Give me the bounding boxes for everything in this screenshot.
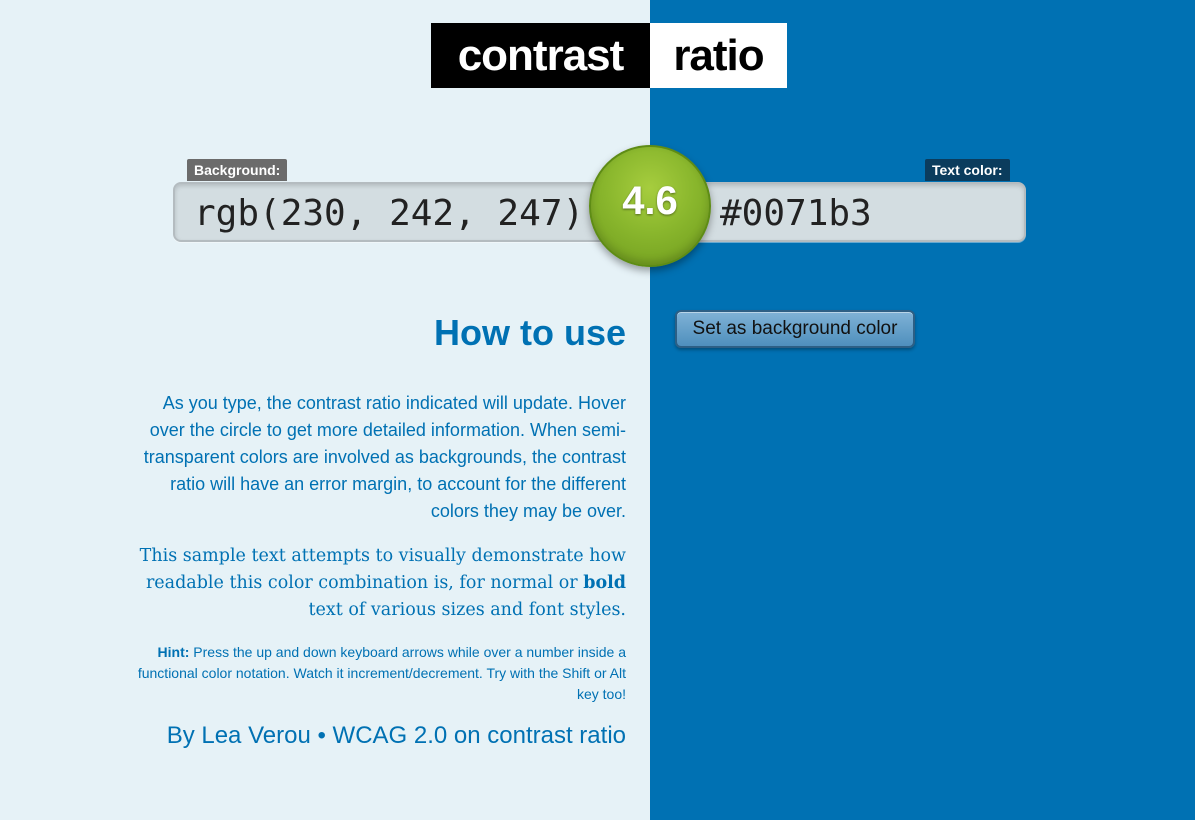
author-link[interactable]: By Lea Verou xyxy=(167,722,311,749)
byline: By Lea Verou • WCAG 2.0 on contrast rati… xyxy=(167,722,626,750)
hint-text: Press the up and down keyboard arrows wh… xyxy=(137,644,626,702)
sample-text-start: This sample text attempts to visually de… xyxy=(139,546,626,593)
hint-paragraph: Hint: Press the up and down keyboard arr… xyxy=(126,642,626,705)
byline-separator: • xyxy=(310,722,333,749)
text-color-label: Text color: xyxy=(925,159,1010,181)
text-color-preview-panel xyxy=(650,0,1195,820)
logo-ratio: ratio xyxy=(650,23,787,88)
sample-text-end: text of various sizes and font styles. xyxy=(308,600,626,620)
contrast-ratio-value: 4.6 xyxy=(622,178,678,223)
how-to-use-heading: How to use xyxy=(433,312,626,353)
text-color-input[interactable] xyxy=(718,186,1012,242)
sample-text-paragraph: This sample text attempts to visually de… xyxy=(126,543,626,624)
logo-contrast: contrast xyxy=(431,23,650,88)
hint-label: Hint: xyxy=(157,644,190,660)
set-as-background-button[interactable]: Set as background color xyxy=(675,310,915,348)
wcag-link[interactable]: WCAG 2.0 on contrast ratio xyxy=(333,722,626,749)
instructions-paragraph: As you type, the contrast ratio indicate… xyxy=(143,393,626,521)
contrast-ratio-circle[interactable]: 4.6 xyxy=(589,145,711,267)
logo: contrast ratio xyxy=(431,23,787,88)
sample-text-bold: bold xyxy=(583,573,626,593)
background-label: Background: xyxy=(187,159,288,181)
background-color-input[interactable] xyxy=(192,186,586,242)
